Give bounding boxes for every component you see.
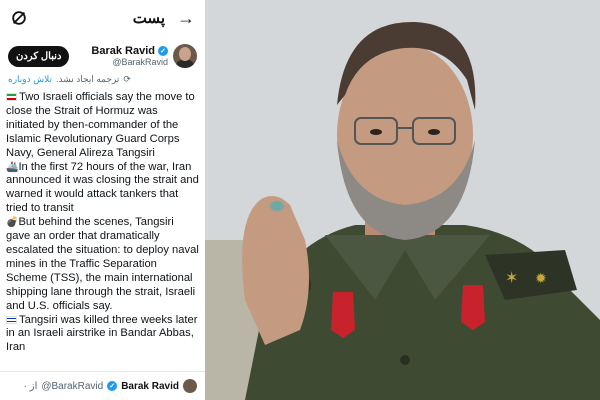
verified-badge-icon: ✓ [158,46,168,56]
top-bar: پست → [0,0,205,36]
verified-badge-icon: ✓ [107,381,118,391]
author-row: دنبال کردن Barak Ravid ✓ @BarakRavid [0,36,205,72]
portrait-illustration: ✶ ✹ ✦ [205,0,600,400]
quote-handle: @BarakRavid [41,380,104,392]
page-title: پست [132,10,165,27]
iran-flag-icon [6,93,17,102]
follow-button[interactable]: دنبال کردن [8,45,70,67]
translate-status: ترجمه ایجاد نشد. [56,74,120,84]
quote-name: Barak Ravid [121,380,179,392]
avatar[interactable] [173,44,197,68]
quoted-author-row[interactable]: · از @BarakRavid ✓ Barak Ravid [0,371,205,400]
quote-extra-text: · از [23,380,38,392]
quote-avatar [183,379,197,393]
post-paragraph-1: Two Israeli officials say the move to cl… [6,91,195,159]
translate-row: ⟳ ترجمه ایجاد نشد. تلاش دوباره [0,72,205,91]
post-paragraph-2: 🚢In the first 72 hours of the war, Iran … [6,160,199,215]
post-body: Two Israeli officials say the move to cl… [0,91,205,355]
post-panel: پست → دنبال کردن Barak Ravid ✓ @BarakRav… [0,0,206,400]
refresh-icon: ⟳ [123,74,131,84]
arrow-right-icon[interactable]: → [177,9,195,27]
author-handle[interactable]: @BarakRavid [91,57,168,67]
svg-text:✶: ✶ [505,270,518,287]
bomb-icon: 💣 [6,217,19,229]
svg-text:✹: ✹ [535,270,547,286]
screenshot-frame: پست → دنبال کردن Barak Ravid ✓ @BarakRav… [0,0,600,400]
post-paragraph-4: Tangsiri was killed three weeks later in… [6,313,198,354]
israel-flag-icon [6,315,17,324]
commander-photo: ✶ ✹ ✦ [205,0,600,400]
grok-logo-icon[interactable] [10,9,28,27]
translate-retry-link[interactable]: تلاش دوباره [8,74,52,85]
ship-icon: 🚢 [6,161,19,173]
post-paragraph-3: 💣But behind the scenes, Tangsiri gave an… [6,216,199,312]
author-name[interactable]: Barak Ravid [91,45,155,57]
